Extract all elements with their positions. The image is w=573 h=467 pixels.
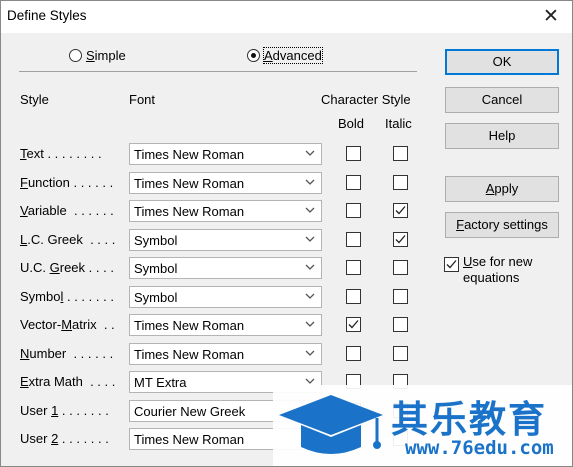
- font-select-value: Times New Roman: [134, 347, 245, 362]
- use-for-new-label: Use for new equations: [463, 254, 533, 285]
- style-label: Text . . . . . . . .: [20, 146, 102, 161]
- bold-checkbox[interactable]: [346, 203, 361, 218]
- checkmark-icon: [348, 320, 359, 329]
- font-select-value: Times New Roman: [134, 318, 245, 333]
- advanced-radio[interactable]: Advanced: [247, 47, 323, 64]
- define-styles-dialog: Define Styles ✕ Simple Advanced Style Fo…: [0, 0, 573, 467]
- cancel-button[interactable]: Cancel: [445, 87, 559, 113]
- font-select[interactable]: Times New Roman: [129, 343, 322, 365]
- font-select[interactable]: Times New Roman: [129, 314, 322, 336]
- italic-checkbox[interactable]: [393, 175, 408, 190]
- font-header: Font: [129, 92, 156, 107]
- style-label: Symbol . . . . . . .: [20, 289, 114, 304]
- checkmark-icon: [395, 206, 406, 215]
- advanced-radio-label: Advanced: [263, 47, 323, 64]
- italic-checkbox[interactable]: [393, 232, 408, 247]
- watermark-url: www.76edu.com: [405, 437, 554, 459]
- ok-button[interactable]: OK: [445, 49, 559, 75]
- bold-checkbox[interactable]: [346, 146, 361, 161]
- italic-checkbox[interactable]: [393, 203, 408, 218]
- bold-checkbox[interactable]: [346, 346, 361, 361]
- style-label: Number . . . . . .: [20, 346, 114, 361]
- style-label: Extra Math . . . .: [20, 374, 116, 389]
- simple-radio[interactable]: Simple: [69, 48, 126, 63]
- chevron-down-icon: [305, 264, 315, 270]
- simple-radio-circle: [69, 49, 82, 62]
- style-label: U.C. Greek . . . .: [20, 260, 114, 275]
- chevron-down-icon: [305, 236, 315, 242]
- apply-button[interactable]: Apply: [445, 176, 559, 202]
- style-label: Function . . . . . .: [20, 175, 114, 190]
- font-select-value: Times New Roman: [134, 204, 245, 219]
- style-label: User 1 . . . . . . .: [20, 403, 109, 418]
- font-select[interactable]: Times New Roman: [129, 143, 322, 165]
- italic-checkbox[interactable]: [393, 346, 408, 361]
- close-icon[interactable]: ✕: [538, 5, 564, 29]
- bold-checkbox[interactable]: [346, 232, 361, 247]
- checkmark-icon: [446, 260, 457, 269]
- chevron-down-icon: [305, 321, 315, 327]
- font-select-value: Times New Roman: [134, 432, 245, 447]
- italic-checkbox[interactable]: [393, 146, 408, 161]
- font-select-value: Courier New Greek: [134, 404, 246, 419]
- chevron-down-icon: [305, 179, 315, 185]
- bold-checkbox[interactable]: [346, 175, 361, 190]
- simple-radio-label: Simple: [86, 48, 126, 63]
- bold-checkbox[interactable]: [346, 289, 361, 304]
- font-select[interactable]: Symbol: [129, 286, 322, 308]
- italic-checkbox[interactable]: [393, 260, 408, 275]
- italic-header: Italic: [385, 116, 412, 131]
- character-style-header: Character Style: [321, 92, 411, 107]
- help-button[interactable]: Help: [445, 123, 559, 149]
- style-header: Style: [20, 92, 49, 107]
- checkmark-icon: [395, 235, 406, 244]
- font-select-value: Times New Roman: [134, 147, 245, 162]
- font-select-value: Symbol: [134, 290, 178, 305]
- font-select-value: Symbol: [134, 233, 178, 248]
- style-label: User 2 . . . . . . .: [20, 431, 109, 446]
- bold-checkbox[interactable]: [346, 260, 361, 275]
- font-select[interactable]: Times New Roman: [129, 200, 322, 222]
- font-select-value: Symbol: [134, 261, 178, 276]
- divider: [19, 71, 417, 72]
- advanced-radio-circle: [247, 49, 260, 62]
- font-select-value: MT Extra: [134, 375, 187, 390]
- font-select[interactable]: Symbol: [129, 257, 322, 279]
- chevron-down-icon: [305, 207, 315, 213]
- chevron-down-icon: [305, 293, 315, 299]
- chevron-down-icon: [305, 350, 315, 356]
- style-label: Variable . . . . . .: [20, 203, 114, 218]
- window-title: Define Styles: [7, 8, 87, 23]
- style-label: L.C. Greek . . . .: [20, 232, 116, 247]
- chevron-down-icon: [305, 150, 315, 156]
- use-for-new-checkbox[interactable]: [444, 257, 459, 272]
- italic-checkbox[interactable]: [393, 317, 408, 332]
- watermark-text: 其乐教育: [391, 398, 547, 441]
- title-bar: Define Styles ✕: [1, 1, 572, 33]
- font-select[interactable]: Symbol: [129, 229, 322, 251]
- font-select[interactable]: Times New Roman: [129, 172, 322, 194]
- factory-settings-button[interactable]: Factory settings: [445, 212, 559, 238]
- style-label: Vector-Matrix . .: [20, 317, 115, 332]
- bold-checkbox[interactable]: [346, 317, 361, 332]
- italic-checkbox[interactable]: [393, 289, 408, 304]
- bold-header: Bold: [338, 116, 365, 131]
- font-select-value: Times New Roman: [134, 176, 245, 191]
